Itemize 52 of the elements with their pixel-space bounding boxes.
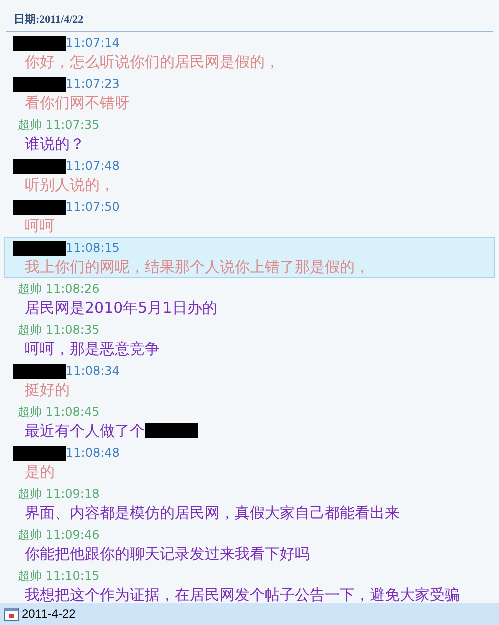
message-text: 是的 bbox=[25, 463, 55, 481]
redacted-name bbox=[13, 76, 66, 92]
message-row[interactable]: 11:08:34 挺好的 bbox=[4, 360, 495, 401]
status-date: 2011-4-22 bbox=[22, 607, 76, 621]
message-time: 11:08:34 bbox=[66, 364, 120, 378]
message-row[interactable]: 超帅 11:08:35 呵呵，那是恶意竞争 bbox=[4, 319, 495, 360]
sender-time: 超帅 11:08:45 bbox=[18, 404, 100, 420]
message-text: 挺好的 bbox=[25, 381, 70, 399]
message-row[interactable]: 11:07:23 看你们网不错呀 bbox=[4, 73, 495, 114]
message-time: 11:08:15 bbox=[66, 241, 120, 255]
message-text: 你能把他跟你的聊天记录发过来我看下好吗 bbox=[25, 545, 310, 563]
sender-time: 超帅 11:09:46 bbox=[18, 526, 100, 544]
message-row[interactable]: 11:07:14 你好，怎么听说你们的居民网是假的， bbox=[4, 32, 495, 73]
redacted-name bbox=[13, 158, 66, 174]
message-row[interactable]: 11:07:50 呵呵 bbox=[4, 196, 495, 237]
message-time: 11:07:23 bbox=[66, 77, 120, 91]
redacted-name bbox=[13, 364, 66, 378]
sender-time: 超帅 11:10:15 bbox=[18, 568, 100, 584]
sender-time: 超帅 11:08:26 bbox=[18, 280, 100, 298]
message-text: 界面、内容都是模仿的居民网，真假大家自己都能看出来 bbox=[25, 504, 400, 522]
sender-time: 超帅 11:07:35 bbox=[18, 116, 100, 134]
message-row[interactable]: 超帅 11:10:15 我想把这个作为证据，在居民网发个帖子公告一下，避免大家受骗 bbox=[4, 565, 495, 603]
redacted-name bbox=[13, 36, 66, 50]
redacted-name bbox=[13, 446, 66, 460]
message-time: 11:08:48 bbox=[66, 446, 120, 460]
message-time: 11:07:50 bbox=[66, 200, 120, 214]
message-row[interactable]: 11:07:48 听别人说的， bbox=[4, 155, 495, 196]
date-heading: 日期:2011/4/22 bbox=[14, 12, 84, 27]
message-row[interactable]: 超帅 11:08:26 居民网是2010年5月1日办的 bbox=[4, 278, 495, 319]
message-row[interactable]: 超帅 11:08:45 最近有个人做了个 bbox=[4, 401, 495, 442]
message-time: 11:07:14 bbox=[66, 36, 120, 50]
message-text: 最近有个人做了个 bbox=[25, 422, 145, 440]
message-row[interactable]: 超帅 11:09:18 界面、内容都是模仿的居民网，真假大家自己都能看出来 bbox=[4, 483, 495, 524]
redacted-name bbox=[13, 240, 66, 256]
message-text: 居民网是2010年5月1日办的 bbox=[25, 299, 218, 317]
redacted-name bbox=[13, 200, 66, 214]
message-time: 11:07:48 bbox=[66, 159, 120, 173]
message-text: 我想把这个作为证据，在居民网发个帖子公告一下，避免大家受骗 bbox=[25, 586, 460, 603]
message-text: 谁说的？ bbox=[25, 135, 85, 153]
message-row[interactable]: 11:08:48 是的 bbox=[4, 442, 495, 483]
message-text: 我上你们的网呢，结果那个人说你上错了那是假的， bbox=[25, 258, 370, 276]
message-text: 你好，怎么听说你们的居民网是假的， bbox=[25, 53, 280, 71]
message-text: 听别人说的， bbox=[25, 176, 115, 194]
sender-time: 超帅 11:08:35 bbox=[18, 322, 100, 338]
message-text: 看你们网不错呀 bbox=[25, 94, 130, 112]
message-row[interactable]: 超帅 11:09:46 你能把他跟你的聊天记录发过来我看下好吗 bbox=[4, 524, 495, 565]
message-row[interactable]: 11:08:15 我上你们的网呢，结果那个人说你上错了那是假的， bbox=[4, 237, 495, 278]
message-text: 呵呵，那是恶意竞争 bbox=[25, 340, 160, 358]
sender-time: 超帅 11:09:18 bbox=[18, 486, 100, 502]
message-row[interactable]: 超帅 11:07:35 谁说的？ bbox=[4, 114, 495, 155]
message-text: 呵呵 bbox=[25, 217, 55, 235]
calendar-icon[interactable] bbox=[4, 607, 19, 621]
